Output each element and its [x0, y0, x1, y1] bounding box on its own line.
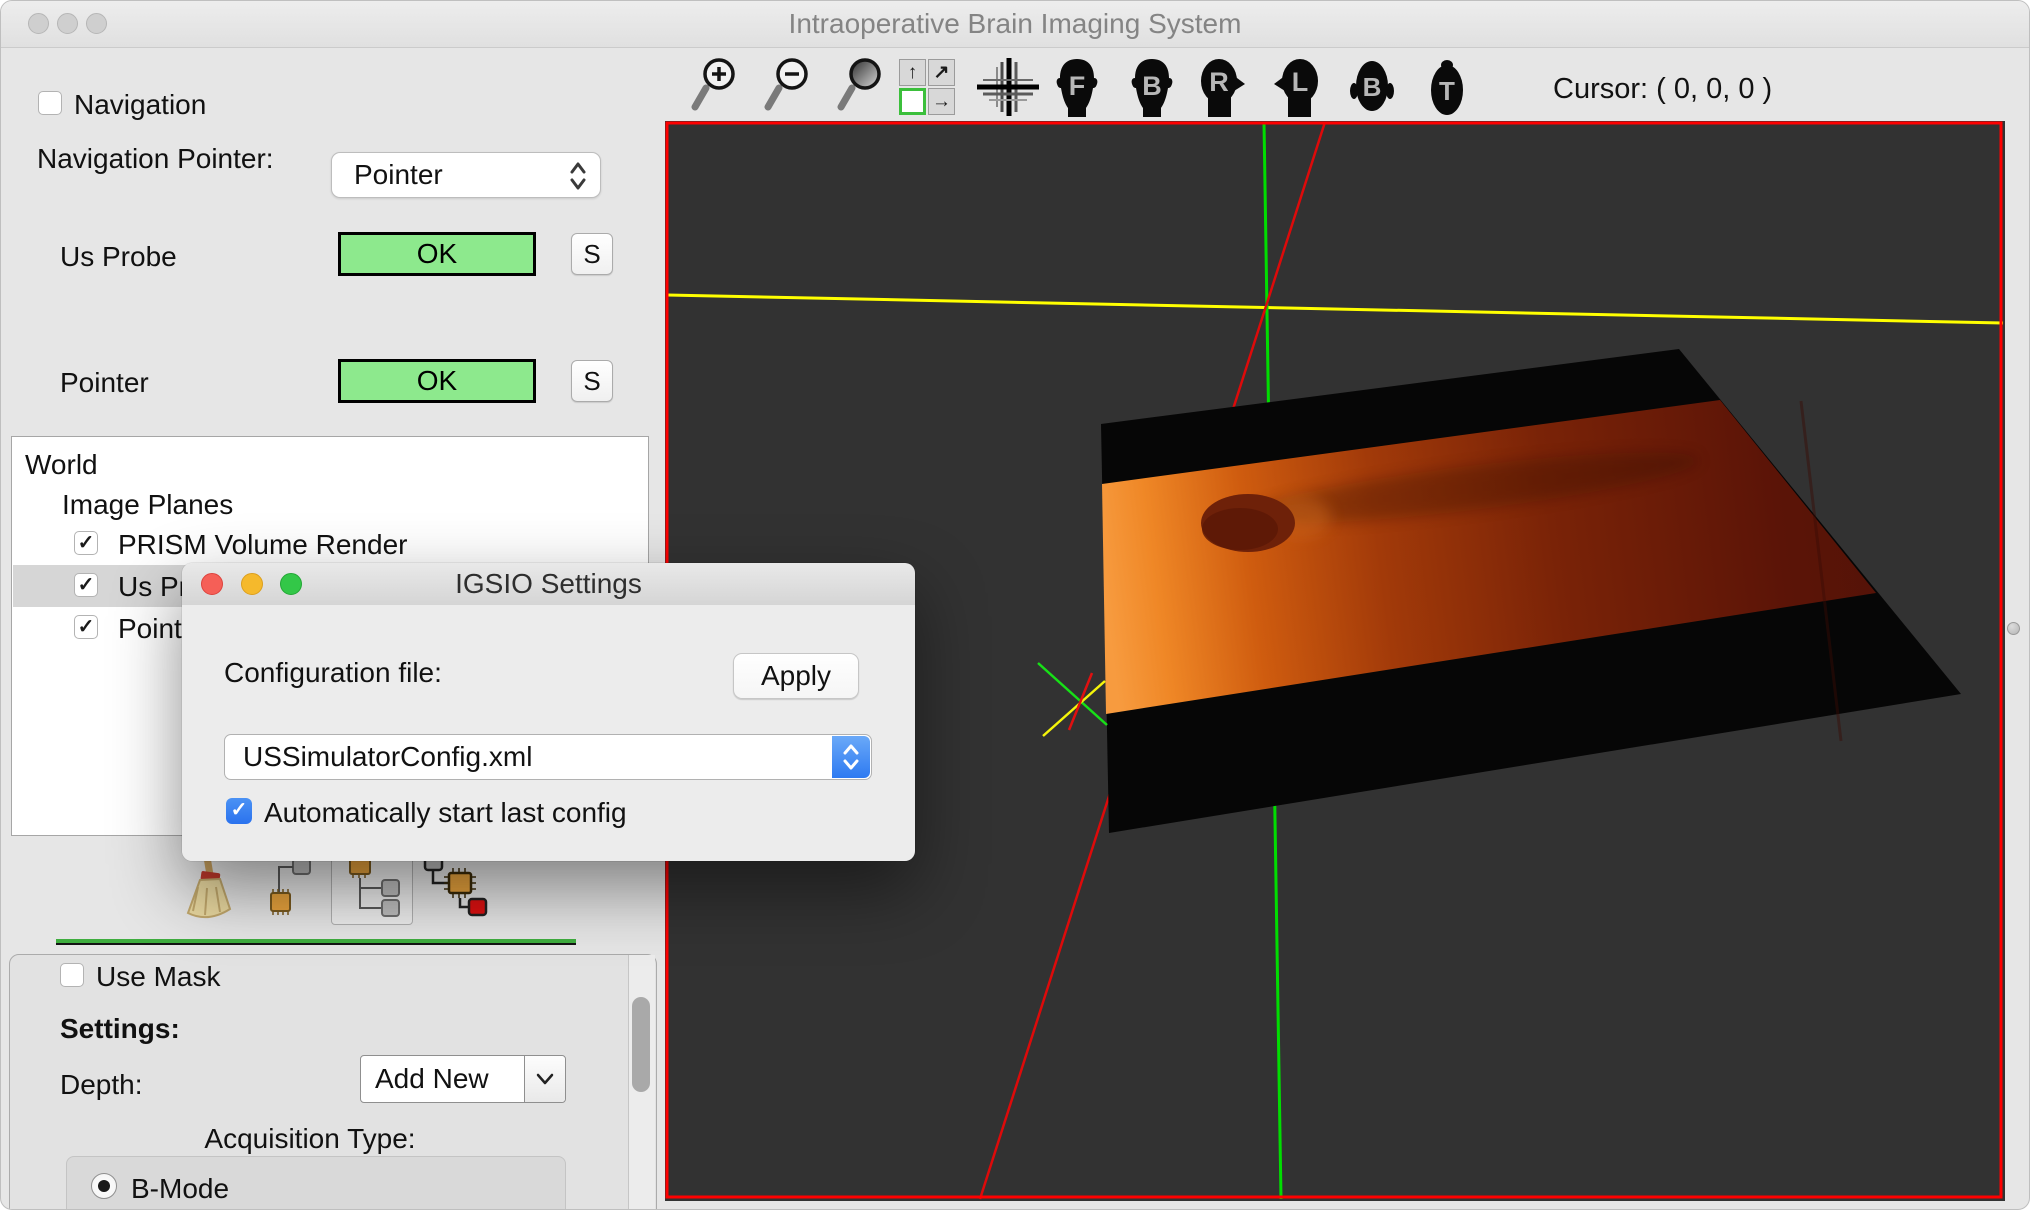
- depth-label: Depth:: [60, 1069, 143, 1101]
- pan-view-icon[interactable]: ↑ ↗ →: [899, 59, 955, 115]
- navigation-label: Navigation: [74, 89, 206, 121]
- autostart-checkbox[interactable]: ✓: [226, 798, 252, 824]
- zoom-fit-icon[interactable]: [837, 57, 885, 118]
- pan-up-right-cell: ↗: [928, 59, 955, 86]
- depth-dropdown-button[interactable]: [524, 1056, 565, 1102]
- progress-bar: [56, 939, 576, 945]
- device-tree-icon[interactable]: [263, 857, 321, 924]
- head-right-icon[interactable]: R: [1197, 57, 1247, 122]
- us-probe-status: OK: [338, 232, 536, 276]
- apply-button[interactable]: Apply: [733, 653, 859, 699]
- splitter-handle-dot[interactable]: [2007, 622, 2020, 635]
- app-window: Intraoperative Brain Imaging System ↑ ↗: [0, 0, 2030, 1210]
- use-mask-label: Use Mask: [96, 961, 220, 993]
- combobox-stepper[interactable]: [832, 736, 870, 778]
- chevron-down-icon: [843, 759, 859, 770]
- pan-up-cell: ↑: [899, 59, 926, 86]
- pointer-s-button[interactable]: S: [571, 360, 613, 402]
- dialog-titlebar: IGSIO Settings: [182, 563, 915, 606]
- screen: Intraoperative Brain Imaging System ↑ ↗: [0, 0, 2030, 1210]
- svg-text:T: T: [1439, 76, 1455, 106]
- navigation-pointer-select[interactable]: Pointer: [331, 152, 601, 198]
- tree-checkbox-us-probe[interactable]: ✓: [74, 573, 98, 597]
- chevron-up-icon: [843, 744, 859, 755]
- pan-right-cell: →: [928, 88, 955, 115]
- dialog-body: Configuration file: Apply USSimulatorCon…: [182, 605, 915, 861]
- radio-dot: [98, 1180, 110, 1192]
- acquisition-type-label: Acquisition Type:: [50, 1123, 570, 1155]
- dialog-title: IGSIO Settings: [182, 563, 915, 605]
- depth-combobox[interactable]: Add New: [360, 1055, 566, 1103]
- navigation-checkbox[interactable]: [38, 91, 62, 115]
- crater-shadow: [1202, 508, 1278, 550]
- tree-checkbox-pointer[interactable]: ✓: [74, 615, 98, 639]
- tree-item-prism[interactable]: PRISM Volume Render: [118, 529, 407, 561]
- depth-value: Add New: [375, 1063, 489, 1095]
- bmode-radio[interactable]: [91, 1173, 117, 1199]
- settings-heading: Settings:: [60, 1013, 180, 1045]
- use-mask-checkbox[interactable]: [60, 963, 84, 987]
- tree-item-pointer[interactable]: Point: [118, 613, 182, 645]
- config-file-combobox[interactable]: USSimulatorConfig.xml: [224, 734, 872, 780]
- configuration-file-label: Configuration file:: [224, 657, 442, 689]
- head-front-icon[interactable]: F: [1054, 57, 1100, 122]
- tree-item-image-planes[interactable]: Image Planes: [62, 489, 233, 521]
- navigation-pointer-value: Pointer: [354, 159, 443, 191]
- us-probe-label: Us Probe: [60, 241, 177, 273]
- svg-text:B: B: [1142, 71, 1162, 101]
- scrollbar-thumb[interactable]: [632, 997, 650, 1092]
- tree-item-world[interactable]: World: [25, 449, 98, 481]
- cursor-readout: Cursor: ( 0, 0, 0 ): [1553, 73, 1772, 106]
- device-tree-record-icon[interactable]: [421, 853, 491, 926]
- clean-broom-icon[interactable]: [176, 851, 238, 926]
- crosshair-icon[interactable]: [975, 57, 1041, 122]
- head-bottom-icon[interactable]: B: [1349, 57, 1395, 122]
- svg-text:F: F: [1069, 71, 1086, 101]
- pointer-status: OK: [338, 359, 536, 403]
- zoom-out-icon[interactable]: [764, 57, 812, 118]
- igsio-settings-dialog: IGSIO Settings Configuration file: Apply…: [182, 563, 915, 861]
- window-titlebar: Intraoperative Brain Imaging System: [1, 1, 2029, 48]
- svg-text:R: R: [1209, 67, 1229, 97]
- chevron-down-icon: [536, 1073, 554, 1085]
- navigation-pointer-label: Navigation Pointer:: [37, 143, 274, 175]
- subpanel-scrollbar[interactable]: [628, 955, 655, 1210]
- tree-checkbox-prism[interactable]: ✓: [74, 531, 98, 555]
- svg-text:B: B: [1363, 72, 1382, 102]
- autostart-label: Automatically start last config: [264, 797, 627, 829]
- tree-item-us-probe[interactable]: Us Pr: [118, 571, 188, 603]
- us-probe-s-button[interactable]: S: [571, 233, 613, 275]
- window-title: Intraoperative Brain Imaging System: [1, 1, 2029, 47]
- head-left-icon[interactable]: L: [1272, 57, 1322, 122]
- chevron-up-down-icon: [570, 161, 586, 191]
- svg-text:L: L: [1292, 67, 1309, 97]
- zoom-in-icon[interactable]: [691, 57, 739, 118]
- head-top-icon[interactable]: T: [1424, 57, 1470, 122]
- head-back-icon[interactable]: B: [1129, 57, 1175, 122]
- pointer-label: Pointer: [60, 367, 149, 399]
- pan-selected-cell: [899, 88, 926, 115]
- config-file-value: USSimulatorConfig.xml: [243, 741, 532, 773]
- bmode-label: B-Mode: [131, 1173, 229, 1205]
